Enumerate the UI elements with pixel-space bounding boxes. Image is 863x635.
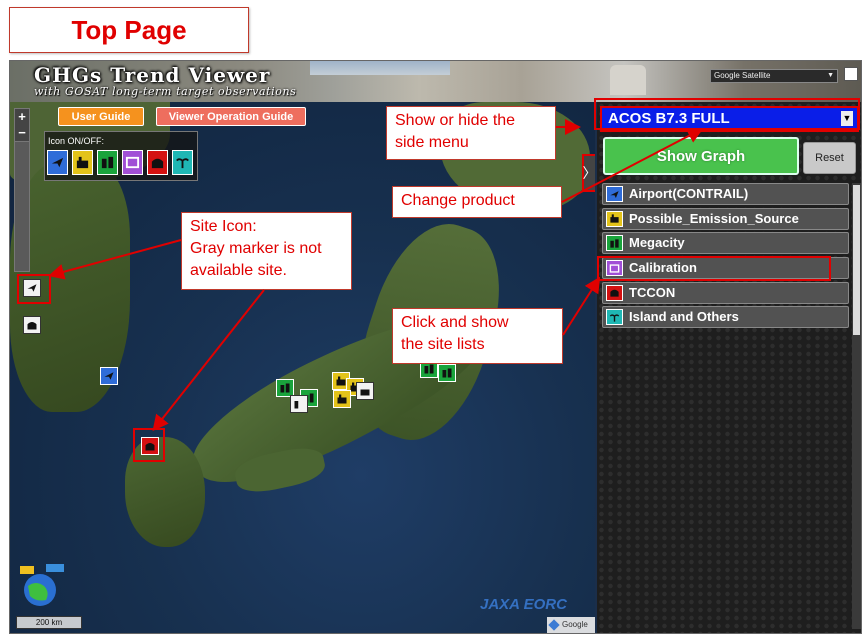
banner-photo — [310, 61, 450, 75]
site-category-label: Megacity — [629, 235, 685, 251]
zoom-slider[interactable] — [15, 141, 29, 271]
user-guide-button[interactable]: User Guide — [58, 107, 144, 126]
gosat-logo — [16, 562, 68, 608]
toggle-emission-icon[interactable] — [72, 150, 93, 175]
site-category-label: Island and Others — [629, 309, 739, 325]
site-category-airport[interactable]: Airport(CONTRAIL) — [602, 183, 849, 205]
icon-toggle-panel: Icon ON/OFF: — [44, 131, 198, 181]
site-category-label: Airport(CONTRAIL) — [629, 186, 749, 201]
factory-icon — [606, 210, 623, 227]
basemap-select[interactable]: Google Satellite ▼ — [710, 69, 838, 83]
map-canvas[interactable]: User Guide Viewer Operation Guide + − Ic… — [10, 102, 595, 633]
callout-line: the site lists — [401, 336, 485, 353]
site-category-label: Possible_Emission_Source — [629, 210, 799, 226]
toggle-airport-icon[interactable] — [47, 150, 68, 175]
site-category-tccon[interactable]: TCCON — [602, 281, 849, 304]
callout-line: Site Icon: — [190, 218, 257, 235]
callout-line: side menu — [395, 134, 469, 151]
app-title: GHGs Trend Viewer — [34, 63, 271, 87]
callout-line: available site. — [190, 262, 287, 279]
fullscreen-button[interactable] — [844, 67, 858, 81]
callout-line: Click and show — [401, 314, 509, 331]
banner-photo-tower — [610, 65, 646, 95]
operation-guide-button[interactable]: Viewer Operation Guide — [156, 107, 306, 126]
app-subtitle: with GOSAT long-term target observations — [34, 85, 297, 98]
highlight-gray-marker — [17, 274, 51, 304]
site-marker-emission[interactable] — [333, 390, 351, 408]
callout-change-product: Change product — [392, 186, 562, 218]
icon-toggle-label: Icon ON/OFF: — [48, 136, 105, 146]
header-banner: GHGs Trend Viewer with GOSAT long-term t… — [10, 61, 861, 102]
zoom-in-button[interactable]: + — [15, 109, 29, 125]
tccon-icon — [606, 284, 623, 301]
site-marker-megacity[interactable] — [438, 364, 456, 382]
toggle-calibration-icon[interactable] — [122, 150, 143, 175]
toggle-megacity-icon[interactable] — [97, 150, 118, 175]
side-menu-toggle-button[interactable]: 〉 — [582, 154, 595, 192]
basemap-selected-value: Google Satellite — [714, 71, 771, 80]
google-attribution: Google — [547, 617, 595, 633]
toggle-island-icon[interactable] — [172, 150, 193, 175]
show-graph-button[interactable]: Show Graph — [603, 137, 799, 175]
callout-line: Gray marker is not — [190, 240, 322, 257]
building-icon — [606, 235, 623, 252]
reset-button[interactable]: Reset — [803, 142, 856, 174]
slide: Top Page GHGs Trend Viewer with GOSAT lo… — [0, 0, 863, 635]
callout-site-icon: Site Icon: Gray marker is not available … — [181, 212, 352, 290]
chevron-down-icon: ▼ — [827, 72, 834, 79]
site-marker-gray[interactable] — [356, 382, 374, 400]
site-category-label: TCCON — [629, 284, 676, 300]
zoom-out-button[interactable]: − — [15, 125, 29, 141]
toggle-tccon-icon[interactable] — [147, 150, 168, 175]
page-title: Top Page — [9, 7, 249, 53]
callout-line: Show or hide the — [395, 112, 516, 129]
site-category-island[interactable]: Island and Others — [602, 306, 849, 329]
site-category-emission[interactable]: Possible_Emission_Source — [602, 207, 849, 230]
site-marker-airport[interactable] — [100, 367, 118, 385]
callout-show-hide: Show or hide the side menu — [386, 106, 556, 160]
highlight-calibration — [597, 256, 831, 281]
site-marker-gray[interactable] — [290, 395, 308, 413]
scrollbar-thumb[interactable] — [853, 185, 860, 335]
side-panel-scrollbar[interactable] — [852, 183, 861, 629]
callout-click-show: Click and show the site lists — [392, 308, 563, 364]
callout-line: Change product — [401, 192, 515, 209]
side-panel: ACOS B7.3 FULL ▼ Show Graph Reset Airpor… — [597, 102, 861, 633]
site-marker-gray[interactable] — [23, 316, 41, 334]
island-icon — [606, 309, 623, 326]
highlight-tccon-marker — [133, 428, 165, 462]
site-category-megacity[interactable]: Megacity — [602, 232, 849, 255]
scale-bar: 200 km — [16, 616, 82, 629]
google-attribution-text: Google — [562, 620, 588, 629]
highlight-product — [594, 98, 860, 130]
airplane-icon — [606, 186, 623, 202]
zoom-control: + − — [14, 108, 30, 272]
google-logo-icon — [548, 619, 560, 631]
jaxa-eorc-logo: JAXA EORC — [480, 596, 567, 613]
